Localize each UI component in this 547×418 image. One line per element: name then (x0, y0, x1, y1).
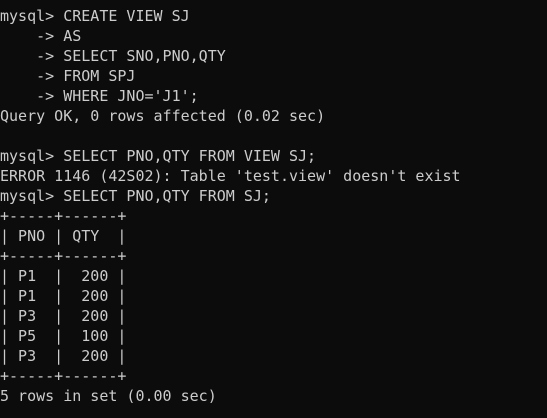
terminal-line: mysql> CREATE VIEW SJ (0, 7, 190, 25)
terminal-line: -> FROM SPJ (0, 67, 136, 85)
table-row: | P3 | 200 | (0, 347, 127, 365)
table-row: | P3 | 200 | (0, 307, 127, 325)
terminal-line: -> AS (0, 27, 82, 45)
status-message: 5 rows in set (0.00 sec) (0, 387, 217, 405)
table-border: +-----+------+ (0, 367, 127, 385)
status-message: Query OK, 0 rows affected (0.02 sec) (0, 107, 326, 125)
terminal-line: -> SELECT SNO,PNO,QTY (0, 47, 226, 65)
terminal-line: mysql> SELECT PNO,QTY FROM VIEW SJ; (0, 147, 317, 165)
table-row: | P1 | 200 | (0, 287, 127, 305)
terminal-line: -> WHERE JNO='J1'; (0, 87, 199, 105)
table-row: | P5 | 100 | (0, 327, 127, 345)
table-border: +-----+------+ (0, 207, 127, 225)
terminal-window[interactable]: mysql> CREATE VIEW SJ -> AS -> SELECT SN… (0, 0, 547, 418)
table-border: +-----+------+ (0, 247, 127, 265)
error-message: ERROR 1146 (42S02): Table 'test.view' do… (0, 167, 461, 185)
table-row: | P1 | 200 | (0, 267, 127, 285)
terminal-line: mysql> SELECT PNO,QTY FROM SJ; (0, 187, 271, 205)
table-header: | PNO | QTY | (0, 227, 127, 245)
